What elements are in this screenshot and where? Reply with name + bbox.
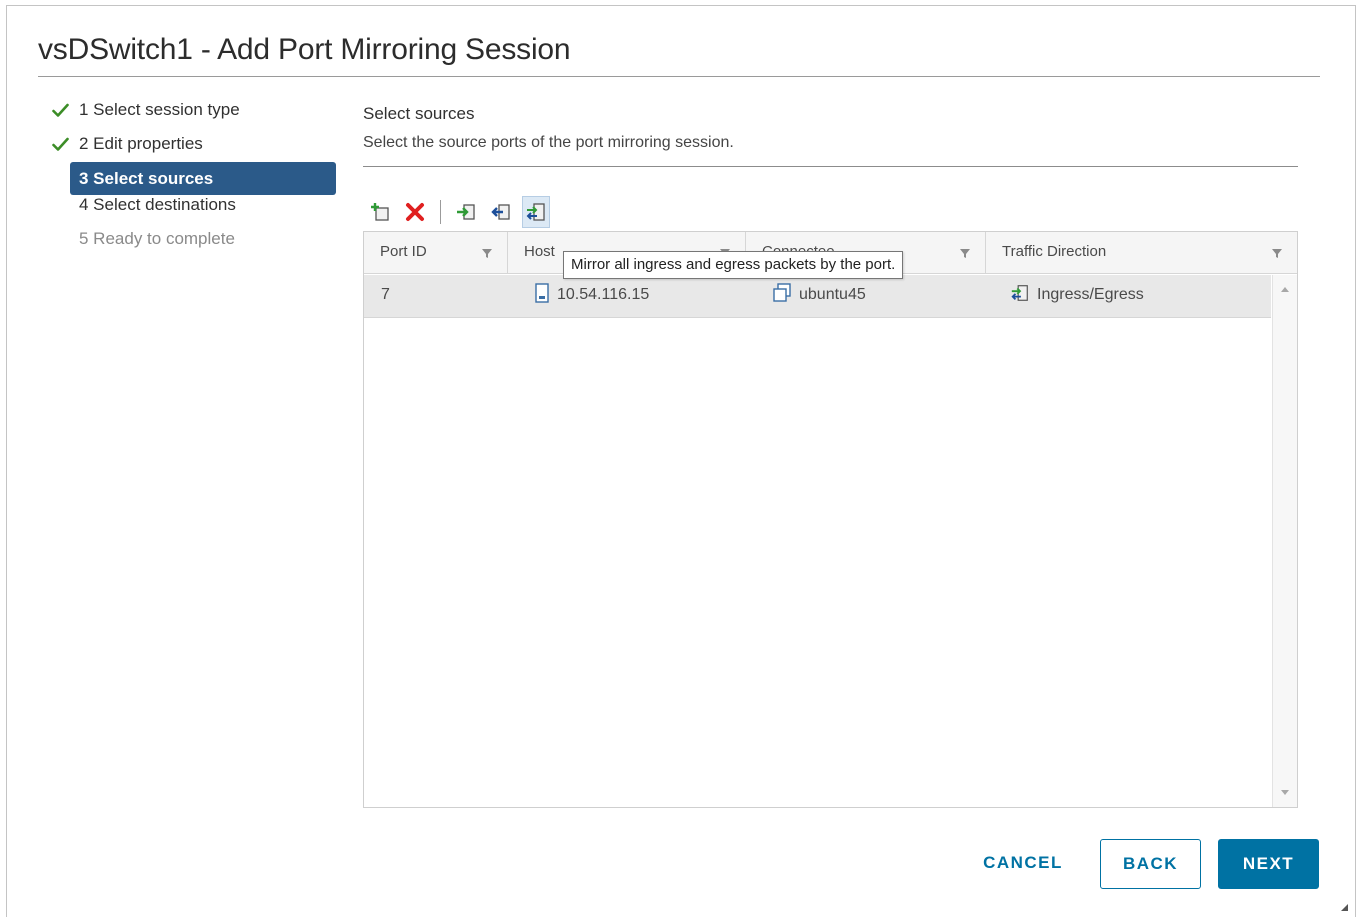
egress-button[interactable] (487, 196, 515, 228)
cell-connectee: ubuntu45 (772, 275, 866, 318)
grid-scrollbar[interactable] (1272, 275, 1297, 807)
section-divider (363, 166, 1298, 167)
ingress-egress-button[interactable] (522, 196, 550, 228)
cell-traffic-direction: Ingress/Egress (1010, 275, 1144, 318)
back-button[interactable]: BACK (1100, 839, 1201, 889)
column-label: Traffic Direction (1002, 243, 1107, 260)
scroll-up-arrow-icon[interactable] (1281, 287, 1289, 292)
add-port-button[interactable] (366, 196, 394, 228)
step-select-sources[interactable]: 3 Select sources (70, 162, 336, 195)
step-label: 3 Select sources (79, 169, 214, 188)
column-label: Port ID (380, 243, 427, 260)
column-label: Host (524, 243, 555, 260)
filter-icon[interactable] (959, 247, 971, 259)
resize-grip-icon[interactable] (1341, 904, 1348, 911)
filter-icon[interactable] (1271, 247, 1283, 259)
step-ready-to-complete: 5 Ready to complete (50, 227, 340, 261)
ingress-egress-icon (526, 203, 545, 221)
step-select-destinations[interactable]: 4 Select destinations (50, 193, 340, 227)
vm-icon (773, 283, 791, 302)
checkmark-icon (52, 103, 69, 117)
host-icon (535, 283, 549, 303)
step-select-session-type[interactable]: 1 Select session type (50, 98, 340, 132)
scroll-down-arrow-icon[interactable] (1281, 790, 1289, 795)
cell-port-id: 7 (381, 286, 390, 303)
remove-port-button[interactable] (401, 196, 429, 228)
ingress-icon (457, 204, 475, 220)
sources-grid: Port ID Host Connectee Traffic Direction… (363, 231, 1298, 808)
next-button[interactable]: NEXT (1218, 839, 1319, 889)
section-subtitle: Select the source ports of the port mirr… (363, 134, 734, 151)
dialog-title: vsDSwitch1 - Add Port Mirroring Session (38, 33, 571, 66)
column-header-traffic-direction[interactable]: Traffic Direction (986, 232, 1297, 274)
title-divider (38, 76, 1320, 77)
egress-icon (491, 204, 510, 220)
step-label: 1 Select session type (79, 100, 240, 119)
remove-icon (406, 203, 424, 221)
traffic-direction-value: Ingress/Egress (1037, 286, 1144, 303)
column-header-port-id[interactable]: Port ID (364, 232, 508, 274)
checkmark-icon (52, 137, 69, 151)
sources-toolbar (366, 195, 557, 229)
table-row[interactable]: 7 10.54.116.15 ubuntu45 Ingress/Egress (364, 275, 1271, 318)
cell-host: 10.54.116.15 (534, 275, 649, 318)
step-label: 2 Edit properties (79, 134, 203, 153)
connectee-value: ubuntu45 (799, 286, 866, 303)
host-value: 10.54.116.15 (557, 286, 650, 303)
ingress-button[interactable] (452, 196, 480, 228)
toolbar-separator (440, 200, 441, 224)
step-label: 5 Ready to complete (79, 229, 235, 248)
section-title: Select sources (363, 104, 475, 123)
filter-icon[interactable] (481, 247, 493, 259)
tooltip: Mirror all ingress and egress packets by… (563, 251, 904, 279)
cancel-button[interactable]: CANCEL (966, 839, 1080, 889)
step-edit-properties[interactable]: 2 Edit properties (50, 132, 340, 166)
step-label: 4 Select destinations (79, 195, 236, 214)
ingress-egress-icon (1011, 285, 1028, 301)
add-port-icon (371, 203, 389, 221)
wizard-steps: 1 Select session type 2 Edit properties … (50, 98, 340, 261)
